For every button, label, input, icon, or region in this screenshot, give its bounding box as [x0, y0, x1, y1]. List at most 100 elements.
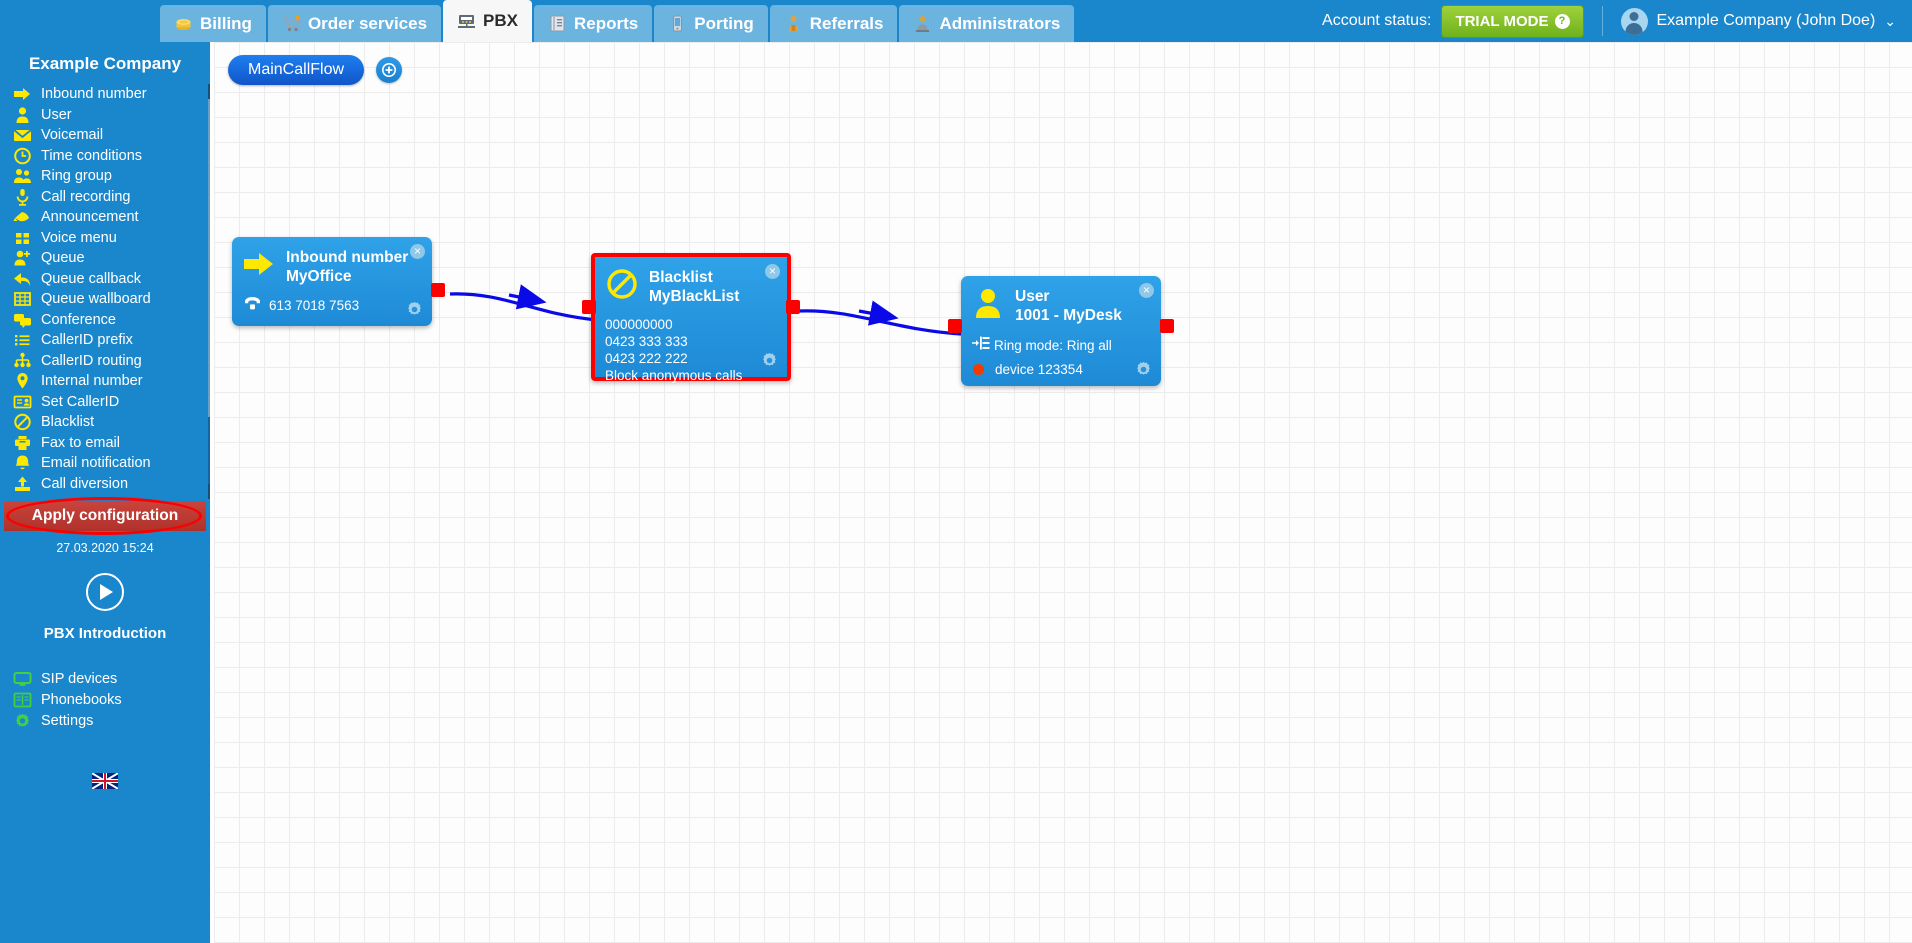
- node-settings-gear-icon[interactable]: [1134, 360, 1153, 379]
- node-settings-gear-icon[interactable]: [405, 300, 424, 319]
- pbx-introduction-video[interactable]: [0, 573, 210, 611]
- block-circle-icon: [605, 267, 639, 301]
- node-output-port[interactable]: [1160, 319, 1174, 333]
- shopping-cart-icon: [282, 14, 301, 33]
- node-output-port[interactable]: [786, 300, 800, 314]
- sidebar-item-label: Queue wallboard: [41, 291, 151, 308]
- sidebar-item-label: Voice menu: [41, 229, 117, 246]
- sidebar-item-time-conditions[interactable]: Time conditions: [13, 146, 210, 167]
- call-flow-canvas[interactable]: MainCallFlow Inbound number MyOffice 613…: [214, 42, 1912, 943]
- tab-pbx[interactable]: PBX: [443, 0, 533, 42]
- node-input-port[interactable]: [948, 319, 962, 333]
- connection-links: [449, 284, 962, 336]
- trial-mode-badge[interactable]: TRIAL MODE ?: [1441, 4, 1584, 38]
- node-close-button[interactable]: ×: [765, 264, 780, 279]
- sidebar-item-callerid-prefix[interactable]: CallerID prefix: [13, 330, 210, 351]
- language-selector[interactable]: [0, 773, 210, 794]
- coins-icon: [174, 14, 193, 33]
- link-inbound-to-blacklist: [449, 292, 598, 322]
- uk-flag-icon[interactable]: [92, 773, 118, 789]
- node-device-row: device 123354: [971, 360, 1149, 379]
- sidebar-item-sip-devices[interactable]: SIP devices: [13, 668, 210, 689]
- apply-configuration-area: Apply configuration: [0, 497, 210, 535]
- telephone-icon: [244, 296, 261, 315]
- node-settings-gear-icon[interactable]: [760, 351, 779, 370]
- sidebar-item-voicemail[interactable]: Voicemail: [13, 125, 210, 146]
- sidebar-item-internal-number[interactable]: Internal number: [13, 371, 210, 392]
- sidebar-item-user[interactable]: User: [13, 105, 210, 126]
- sidebar-item-label: Email notification: [41, 455, 151, 472]
- sidebar-item-voice-menu[interactable]: Voice menu: [13, 228, 210, 249]
- grid-squares-icon: [13, 229, 32, 247]
- tab-porting[interactable]: Porting: [654, 5, 768, 42]
- status-dot-icon: [973, 364, 984, 375]
- person-badge-icon: [784, 14, 803, 33]
- node-title-block: User 1001 - MyDesk: [1015, 286, 1122, 326]
- scroll-up-button[interactable]: ▲: [208, 84, 210, 99]
- node-output-port[interactable]: [431, 283, 445, 297]
- node-title-block: Inbound number MyOffice: [286, 247, 408, 287]
- tab-label: Porting: [694, 13, 754, 33]
- node-input-port[interactable]: [582, 300, 596, 314]
- node-type-label: User: [1015, 288, 1050, 305]
- sidebar-item-queue-callback[interactable]: Queue callback: [13, 269, 210, 290]
- sidebar-item-email-notification[interactable]: Email notification: [13, 453, 210, 474]
- node-user[interactable]: User 1001 - MyDesk Ring mode: Ring all d…: [948, 276, 1174, 386]
- main-tab-bar: Billing Order services PBX Reports Porti…: [160, 0, 1076, 42]
- sidebar-scrollbar[interactable]: ▲ ▼: [208, 84, 210, 499]
- tab-order-services[interactable]: Order services: [267, 5, 442, 42]
- sidebar-item-conference[interactable]: Conference: [13, 310, 210, 331]
- block-circle-icon: [13, 413, 32, 431]
- sidebar-item-label: Set CallerID: [41, 393, 120, 410]
- tab-reports[interactable]: Reports: [534, 5, 653, 42]
- link-arrow-1: [508, 284, 547, 310]
- tab-label: Reports: [574, 13, 639, 33]
- sidebar-item-fax-to-email[interactable]: Fax to email: [13, 433, 210, 454]
- sidebar-item-label: CallerID prefix: [41, 332, 133, 349]
- left-sidebar: Example Company Inbound number User Voic…: [0, 42, 212, 943]
- apply-configuration-button[interactable]: Apply configuration: [4, 501, 206, 531]
- node-close-button[interactable]: ×: [410, 244, 425, 259]
- sidebar-item-call-diversion[interactable]: Call diversion: [13, 474, 210, 495]
- sidebar-item-phonebooks[interactable]: Phonebooks: [13, 689, 210, 710]
- person-icon: [971, 286, 1005, 320]
- sidebar-item-call-recording[interactable]: Call recording: [13, 187, 210, 208]
- sidebar-item-callerid-routing[interactable]: CallerID routing: [13, 351, 210, 372]
- sidebar-item-set-callerid[interactable]: Set CallerID: [13, 392, 210, 413]
- sidebar-item-label: Call recording: [41, 188, 131, 205]
- sidebar-item-announcement[interactable]: Announcement: [13, 207, 210, 228]
- sidebar-item-inbound-number[interactable]: Inbound number: [13, 84, 210, 105]
- tab-referrals[interactable]: Referrals: [769, 5, 898, 42]
- node-close-button[interactable]: ×: [1139, 283, 1154, 298]
- sidebar-item-queue[interactable]: Queue: [13, 248, 210, 269]
- plus-circle-icon: [382, 63, 397, 77]
- scroll-down-button[interactable]: ▼: [208, 484, 210, 499]
- sidebar-item-ring-group[interactable]: Ring group: [13, 166, 210, 187]
- tab-administrators[interactable]: Administrators: [899, 5, 1075, 42]
- sidebar-item-label: Queue callback: [41, 270, 141, 287]
- link-blacklist-to-user: [798, 309, 962, 336]
- sidebar-item-label: Internal number: [41, 373, 143, 390]
- node-phone-number: 613 7018 7563: [269, 298, 360, 313]
- node-inbound-number[interactable]: Inbound number MyOffice 613 7018 7563 ×: [232, 237, 445, 326]
- help-icon[interactable]: ?: [1554, 13, 1570, 29]
- sidebar-item-label: Fax to email: [41, 434, 120, 451]
- tab-billing[interactable]: Billing: [160, 5, 266, 42]
- node-device-label: device 123354: [995, 362, 1083, 377]
- chevron-down-icon[interactable]: ⌄: [1884, 13, 1896, 30]
- play-icon[interactable]: [86, 573, 124, 611]
- pbx-switch-icon: [457, 12, 476, 31]
- node-phone-row: 613 7018 7563: [244, 296, 420, 315]
- add-call-flow-button[interactable]: [376, 57, 403, 83]
- person-icon: [13, 106, 32, 124]
- sidebar-item-settings[interactable]: Settings: [13, 710, 210, 731]
- sidebar-item-blacklist[interactable]: Blacklist: [13, 412, 210, 433]
- call-flow-tab-maincallflow[interactable]: MainCallFlow: [228, 55, 365, 85]
- sidebar-item-queue-wallboard[interactable]: Queue wallboard: [13, 289, 210, 310]
- sidebar-item-label: SIP devices: [41, 670, 118, 687]
- user-menu[interactable]: Example Company (John Doe) ⌄: [1620, 7, 1896, 35]
- megaphone-icon: [13, 208, 32, 226]
- node-blacklist[interactable]: Blacklist MyBlackList 000000000 0423 333…: [582, 253, 800, 383]
- admin-person-icon: [913, 14, 932, 33]
- scrollbar-thumb[interactable]: [208, 99, 210, 417]
